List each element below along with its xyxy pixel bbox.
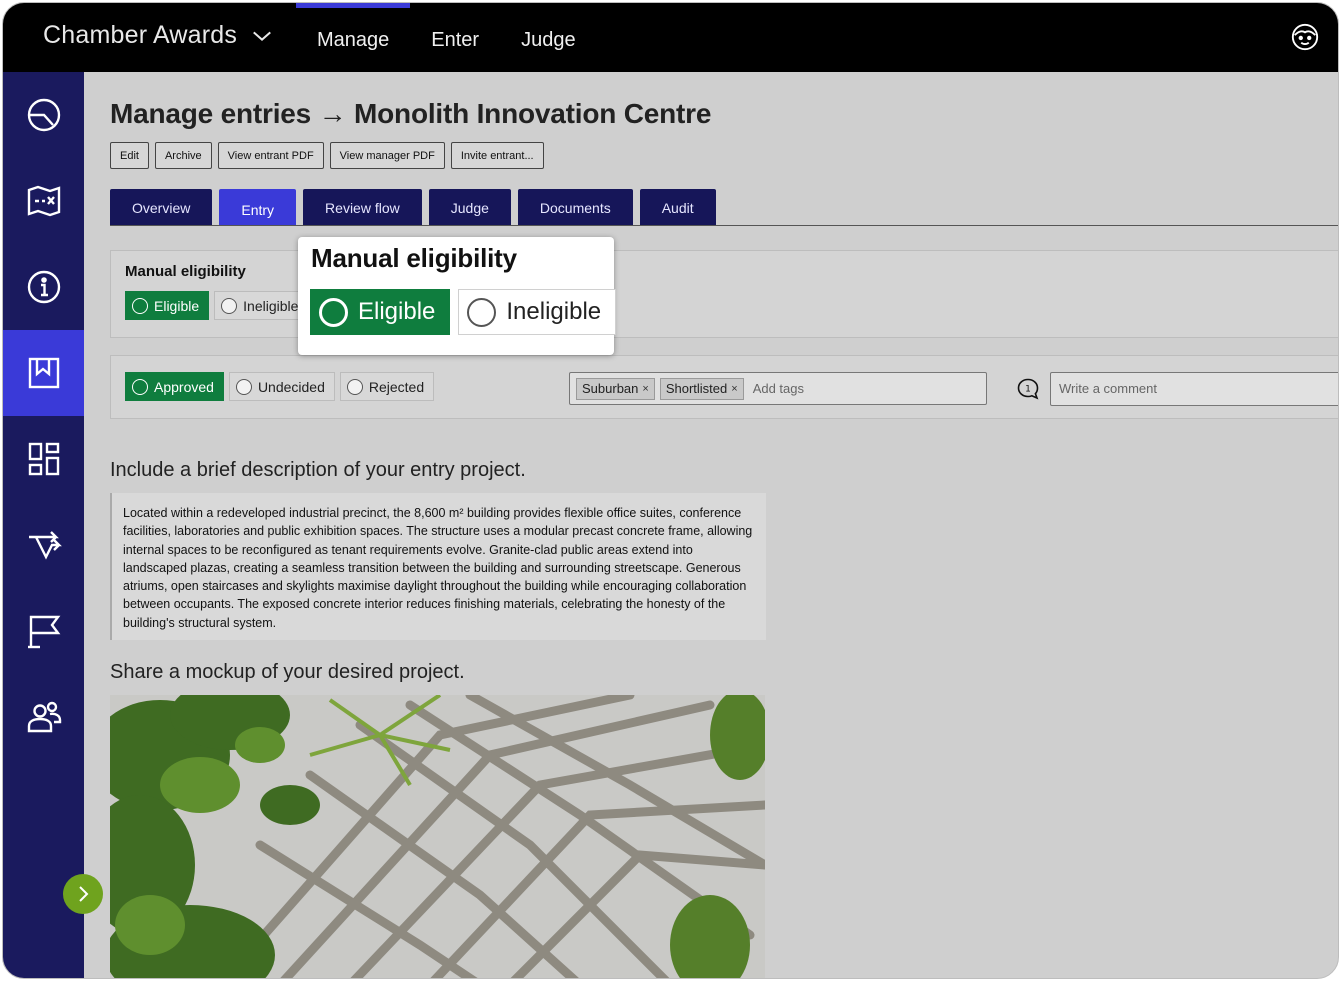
callout-ineligible-radio[interactable]: Ineligible [458, 289, 617, 335]
sidebar [3, 72, 84, 978]
radio-label: Undecided [257, 378, 325, 395]
sidebar-item-layout[interactable] [3, 416, 84, 502]
flow-arrows-icon [28, 531, 62, 560]
radio-circle-icon [235, 378, 252, 395]
ineligible-radio[interactable]: Ineligible [214, 291, 309, 320]
tag-label: Shortlisted [665, 381, 728, 396]
top-nav: Manage Enter Judge [296, 3, 597, 72]
tab-documents[interactable]: Documents [517, 189, 633, 226]
program-name: Chamber Awards [43, 21, 238, 49]
sidebar-item-judging[interactable] [3, 588, 84, 674]
user-avatar-icon[interactable] [1290, 22, 1320, 52]
radio-circle-icon [346, 378, 363, 395]
add-tags-placeholder[interactable]: Add tags [753, 381, 804, 396]
dashboard-gauge-icon [27, 98, 60, 132]
program-switcher[interactable]: Chamber Awards [43, 21, 273, 50]
review-panel: Approved Undecided Rejected Suburban × S… [110, 355, 1338, 419]
rejected-radio[interactable]: Rejected [339, 372, 435, 401]
tag-shortlisted: Shortlisted × [659, 377, 744, 400]
flag-icon [27, 615, 60, 649]
invite-entrant-button[interactable]: Invite entrant... [450, 142, 544, 169]
tab-entry[interactable]: Entry [219, 189, 297, 226]
view-manager-pdf-button[interactable]: View manager PDF [329, 142, 445, 169]
bookmark-icon [28, 357, 59, 389]
radio-label: Eligible [154, 297, 200, 314]
eligible-radio[interactable]: Eligible [125, 291, 210, 320]
expand-sidebar-button[interactable] [63, 874, 103, 914]
eligibility-options: Eligible Ineligible [125, 291, 309, 320]
radio-label: Rejected [368, 378, 425, 395]
sidebar-item-users[interactable] [3, 674, 84, 760]
info-icon [27, 270, 60, 304]
tab-divider [110, 225, 1338, 226]
callout-options: Eligible Ineligible [310, 289, 617, 335]
radio-label: Ineligible [506, 298, 602, 325]
radio-label: Ineligible [243, 297, 299, 314]
nav-enter[interactable]: Enter [410, 3, 500, 72]
users-icon [27, 701, 61, 733]
nav-judge[interactable]: Judge [500, 3, 597, 72]
approved-radio[interactable]: Approved [125, 372, 224, 401]
callout-title: Manual eligibility [311, 243, 517, 273]
remove-tag-icon[interactable]: × [642, 383, 648, 395]
tab-judge[interactable]: Judge [428, 189, 511, 226]
answer-description: Located within a redeveloped industrial … [110, 493, 766, 640]
sidebar-item-entries[interactable] [3, 330, 84, 416]
comment-input[interactable]: Write a comment [1050, 372, 1338, 406]
tab-overview[interactable]: Overview [110, 189, 213, 226]
radio-label: Eligible [358, 298, 436, 325]
tag-label: Suburban [582, 381, 639, 396]
app-window: Chamber Awards Manage Enter Judge Manage… [2, 2, 1339, 979]
tab-review-flow[interactable]: Review flow [303, 189, 422, 226]
sidebar-item-info[interactable] [3, 244, 84, 330]
comment-count: 1 [1025, 385, 1031, 395]
view-entrant-pdf-button[interactable]: View entrant PDF [217, 142, 324, 169]
chevron-right-icon [79, 886, 89, 902]
sidebar-item-review-flow[interactable] [3, 502, 84, 588]
entry-tabs: Overview Entry Review flow Judge Documen… [110, 189, 716, 226]
tags-input[interactable]: Suburban × Shortlisted × Add tags [569, 372, 987, 405]
eligibility-panel: Manual eligibility Eligible Ineligible [110, 250, 1338, 338]
tab-audit[interactable]: Audit [639, 189, 716, 226]
mockup-image [110, 695, 765, 978]
question-mockup: Share a mockup of your desired project. [110, 661, 465, 683]
question-description: Include a brief description of your entr… [110, 459, 526, 481]
radio-circle-icon [132, 378, 148, 395]
undecided-radio[interactable]: Undecided [228, 372, 335, 401]
radio-circle-icon [467, 297, 497, 327]
remove-tag-icon[interactable]: × [731, 383, 737, 395]
sidebar-item-map[interactable] [3, 158, 84, 244]
page-title: Manage entries → Monolith Innovation Cen… [110, 98, 712, 129]
review-status-options: Approved Undecided Rejected [125, 372, 435, 401]
radio-circle-icon [221, 297, 238, 314]
eligibility-callout: Manual eligibility Eligible Ineligible [298, 237, 617, 355]
radio-circle-icon [319, 297, 348, 327]
map-icon [27, 185, 60, 217]
sidebar-item-dashboard[interactable] [3, 72, 84, 158]
nav-manage[interactable]: Manage [296, 3, 411, 72]
comment-icon[interactable]: 1 [1016, 377, 1040, 401]
archive-button[interactable]: Archive [154, 142, 212, 169]
eligibility-title: Manual eligibility [125, 263, 246, 280]
tag-suburban: Suburban × [576, 377, 655, 400]
callout-eligible-radio[interactable]: Eligible [310, 289, 451, 335]
edit-button[interactable]: Edit [110, 142, 149, 169]
action-bar: Edit Archive View entrant PDF View manag… [110, 142, 544, 169]
main-content: Manage entries → Monolith Innovation Cen… [84, 72, 1338, 978]
layout-grid-icon [28, 442, 59, 476]
radio-circle-icon [132, 297, 148, 314]
radio-label: Approved [154, 378, 214, 395]
top-bar: Chamber Awards Manage Enter Judge [3, 3, 1338, 72]
chevron-down-icon [253, 31, 272, 41]
